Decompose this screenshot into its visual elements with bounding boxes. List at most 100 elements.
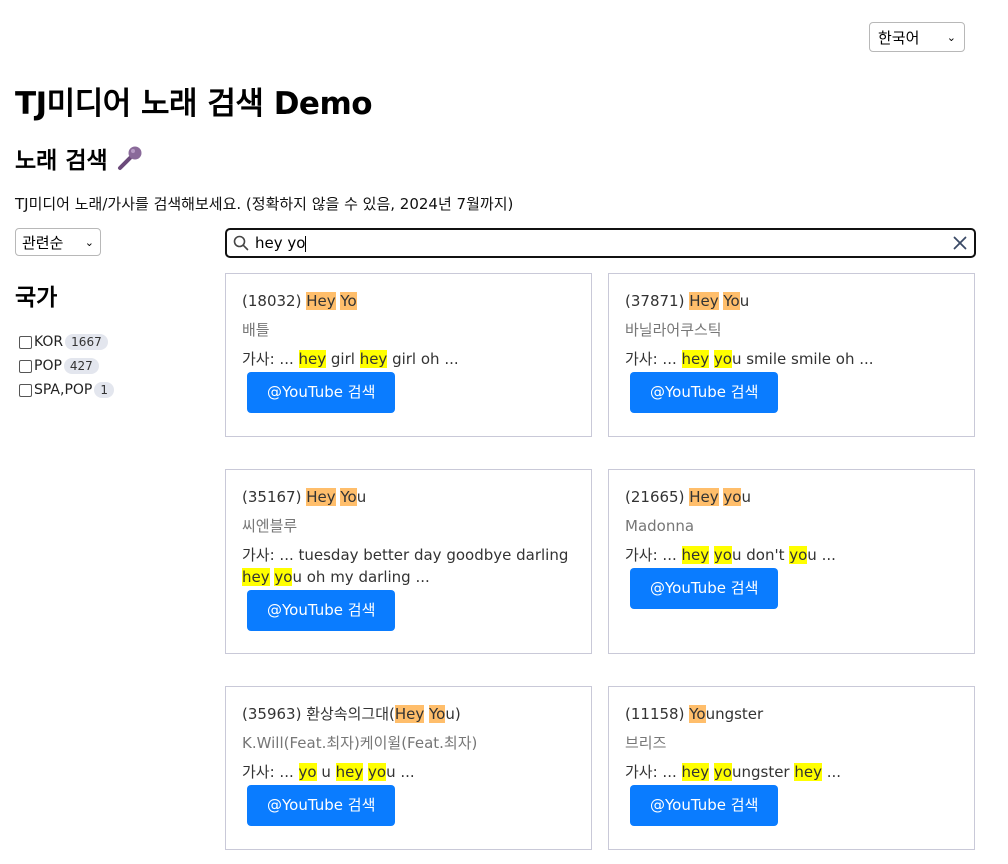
text-segment: u — [741, 488, 751, 506]
text-segment: (35963) 환상속의그대( — [242, 705, 395, 723]
text-segment: u don't — [731, 546, 790, 564]
song-artist: 씨엔블루 — [242, 517, 298, 535]
text-segment: (37871) — [625, 292, 690, 310]
lyrics-highlight: yo — [368, 763, 387, 781]
title-highlight: Yo — [340, 488, 357, 506]
title-highlight: Yo — [340, 292, 357, 310]
result-card: (21665) Hey you Madonna 가사: ... hey you … — [608, 469, 975, 654]
text-segment: 가사: ... — [242, 350, 299, 368]
lyrics-highlight: hey — [335, 763, 364, 781]
facet-count-badge: 1 — [94, 382, 115, 398]
result-card: (35167) Hey You 씨엔블루 가사: ... tuesday bet… — [225, 469, 592, 654]
text-segment: 가사: ... — [242, 763, 299, 781]
song-lyrics: 가사: ... hey you don't you ... — [625, 544, 958, 566]
text-segment: u oh my darling ... — [292, 568, 430, 586]
result-card: (18032) Hey Yo 배틀 가사: ... hey girl hey g… — [225, 273, 592, 437]
sort-select-value: 관련순 — [22, 233, 64, 252]
title-highlight: Yo — [429, 705, 446, 723]
lyrics-highlight: yo — [274, 568, 293, 586]
lyrics-highlight: yo — [713, 546, 732, 564]
title-highlight: Hey — [306, 488, 336, 506]
text-segment: 가사: ... — [625, 350, 682, 368]
search-input[interactable]: hey yo — [225, 228, 976, 258]
title-highlight: Hey — [306, 292, 336, 310]
lyrics-highlight: hey — [681, 763, 710, 781]
text-segment: ungster — [731, 763, 795, 781]
lyrics-highlight: yo — [298, 763, 317, 781]
facet-label: KOR — [34, 334, 64, 350]
search-query: hey yo — [255, 234, 306, 252]
chevron-down-icon: ⌄ — [84, 235, 94, 249]
text-segment: u — [316, 763, 336, 781]
title-highlight: Hey — [689, 292, 719, 310]
title-highlight: Hey — [689, 488, 719, 506]
facet-label: SPA,POP — [34, 382, 93, 398]
lyrics-highlight: yo — [713, 350, 732, 368]
text-segment: ... — [822, 763, 842, 781]
page-title: TJ미디어 노래 검색 Demo — [15, 86, 373, 122]
facet-count-badge: 427 — [63, 358, 99, 374]
language-select[interactable]: 한국어 ⌄ — [869, 22, 965, 52]
search-icon — [233, 235, 249, 251]
text-segment: (35167) — [242, 488, 307, 506]
lyrics-highlight: hey — [298, 350, 327, 368]
text-segment: 가사: ... — [625, 546, 682, 564]
result-card: (11158) Youngster 브리즈 가사: ... hey youngs… — [608, 686, 975, 850]
clear-icon[interactable] — [952, 235, 968, 251]
title-highlight: yo — [723, 488, 742, 506]
lyrics-highlight: hey — [681, 546, 710, 564]
youtube-search-button[interactable]: @YouTube 검색 — [247, 590, 396, 631]
song-title: (11158) Youngster — [625, 703, 958, 725]
text-segment: u smile smile oh ... — [731, 350, 874, 368]
page-description: TJ미디어 노래/가사를 검색해보세요. (정확하지 않을 수 있음, 2024… — [15, 195, 514, 213]
lyrics-highlight: yo — [713, 763, 732, 781]
youtube-search-button[interactable]: @YouTube 검색 — [630, 785, 779, 826]
facet-checkbox[interactable] — [19, 359, 32, 373]
facet-item[interactable]: POP 427 — [19, 354, 114, 378]
song-artist: K.Will(Feat.최자)케이윌(Feat.최자) — [242, 734, 478, 752]
lyrics-highlight: hey — [242, 568, 270, 586]
section-title-text: 노래 검색 — [15, 148, 108, 174]
result-card: (35963) 환상속의그대(Hey You) K.Will(Feat.최자)케… — [225, 686, 592, 850]
country-facets: KOR 1667 POP 427 SPA,POP 1 — [19, 330, 115, 402]
text-segment: (21665) — [625, 488, 690, 506]
song-title: (37871) Hey You — [625, 290, 958, 312]
text-segment: u) — [445, 705, 461, 723]
facet-checkbox[interactable] — [19, 383, 32, 397]
facet-count-badge: 1667 — [65, 334, 108, 350]
lyrics-highlight: yo — [789, 546, 808, 564]
youtube-search-button[interactable]: @YouTube 검색 — [630, 372, 779, 413]
facet-item[interactable]: SPA,POP 1 — [19, 378, 115, 402]
text-caret — [305, 235, 307, 252]
song-lyrics: 가사: ... hey you smile smile oh ... — [625, 348, 958, 370]
text-segment: u — [356, 488, 367, 506]
song-lyrics: 가사: ... tuesday better day goodbye darli… — [242, 544, 575, 588]
song-artist: 배틀 — [242, 321, 270, 339]
title-highlight: Yo — [723, 292, 740, 310]
song-title: (35167) Hey You — [242, 486, 575, 508]
text-segment: girl oh ... — [387, 350, 459, 368]
facet-item[interactable]: KOR 1667 — [19, 330, 114, 354]
song-artist: 바닐라어쿠스틱 — [625, 321, 722, 339]
facet-checkbox[interactable] — [19, 335, 32, 349]
song-lyrics: 가사: ... hey girl hey girl oh ... — [242, 348, 575, 370]
text-segment: girl — [326, 350, 360, 368]
section-title: 노래 검색 — [15, 141, 144, 175]
song-title: (21665) Hey you — [625, 486, 958, 508]
youtube-search-button[interactable]: @YouTube 검색 — [247, 785, 396, 826]
sort-select[interactable]: 관련순 ⌄ — [15, 228, 101, 256]
title-highlight: Hey — [394, 705, 425, 723]
lyrics-highlight: hey — [681, 350, 710, 368]
song-artist: Madonna — [625, 517, 695, 535]
title-highlight: Yo — [689, 705, 706, 723]
facet-label: POP — [34, 358, 62, 374]
chevron-down-icon: ⌄ — [946, 30, 956, 44]
lyrics-highlight: hey — [794, 763, 822, 781]
youtube-search-button[interactable]: @YouTube 검색 — [630, 568, 779, 609]
facet-title: 국가 — [15, 285, 58, 311]
text-segment: (18032) — [242, 292, 307, 310]
song-title: (18032) Hey Yo — [242, 290, 575, 312]
text-segment: u — [739, 292, 750, 310]
youtube-search-button[interactable]: @YouTube 검색 — [247, 372, 396, 413]
song-artist: 브리즈 — [625, 734, 667, 752]
